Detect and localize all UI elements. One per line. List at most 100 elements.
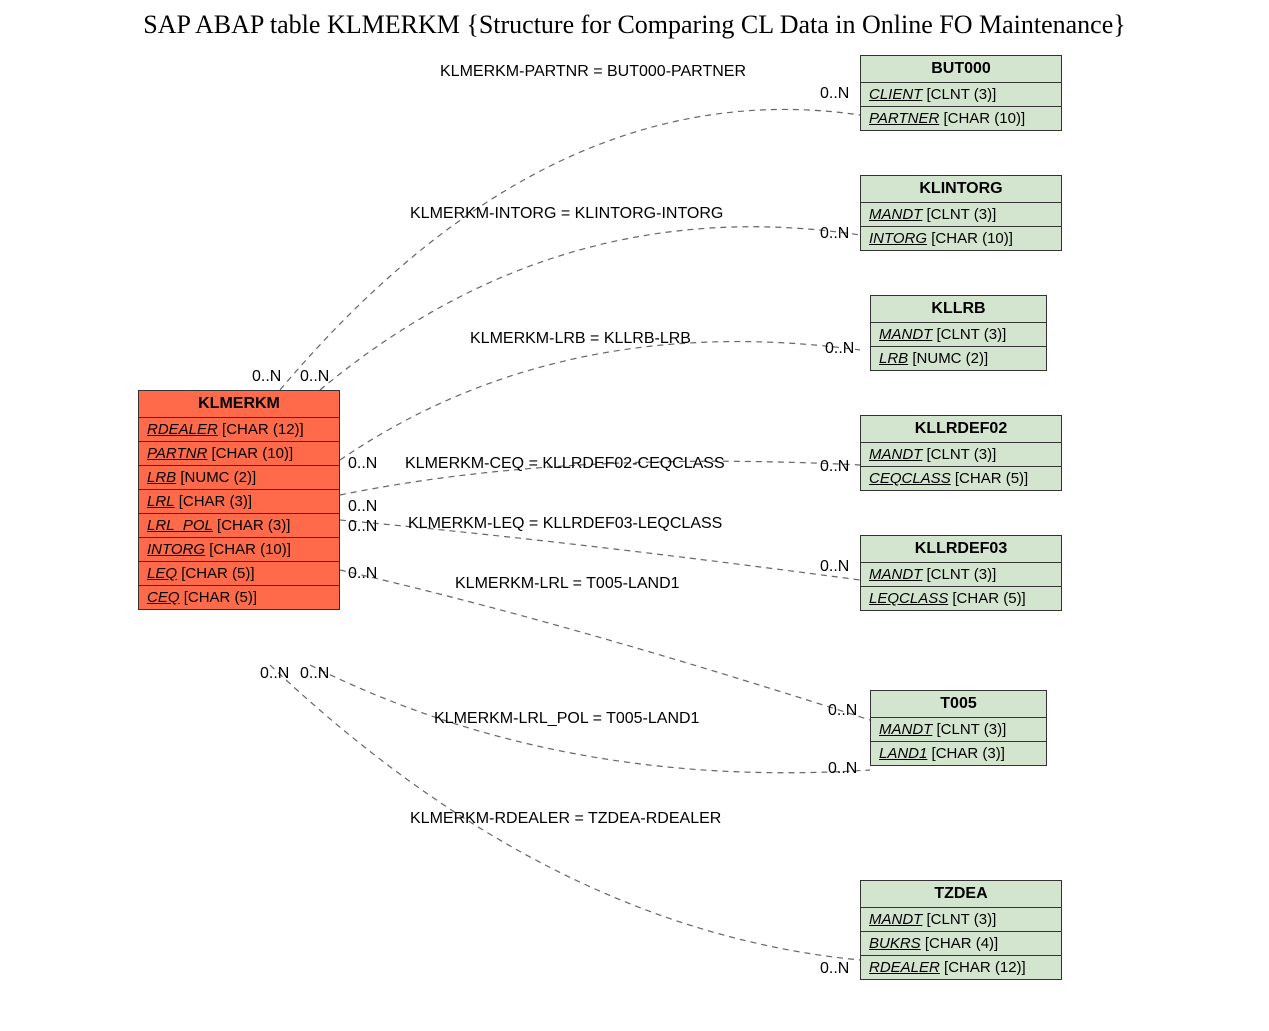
entity-tzdea: TZDEA MANDT [CLNT (3)] BUKRS [CHAR (4)] …	[860, 880, 1062, 980]
relation-label: KLMERKM-LRB = KLLRB-LRB	[470, 330, 691, 348]
field-row: MANDT [CLNT (3)]	[861, 908, 1061, 932]
cardinality-source: 0..N	[300, 665, 329, 683]
field-name: LRB	[147, 469, 176, 486]
cardinality-source: 0..N	[348, 498, 377, 516]
field-name: MANDT	[869, 566, 922, 583]
field-name: LRL	[147, 493, 175, 510]
cardinality-target: 0..N	[820, 558, 849, 576]
cardinality-source: 0..N	[300, 368, 329, 386]
field-row: CEQCLASS [CHAR (5)]	[861, 467, 1061, 490]
cardinality-source: 0..N	[252, 368, 281, 386]
field-type: [NUMC (2)]	[912, 350, 988, 367]
field-name: INTORG	[147, 541, 205, 558]
entity-but000: BUT000 CLIENT [CLNT (3)] PARTNER [CHAR (…	[860, 55, 1062, 131]
field-row: MANDT [CLNT (3)]	[861, 563, 1061, 587]
entity-header: KLLRDEF03	[861, 536, 1061, 563]
field-row: LEQ [CHAR (5)]	[139, 562, 339, 586]
cardinality-source: 0..N	[348, 455, 377, 473]
entity-header: KLLRDEF02	[861, 416, 1061, 443]
field-name: MANDT	[869, 911, 922, 928]
relation-label: KLMERKM-PARTNR = BUT000-PARTNER	[440, 63, 746, 81]
entity-header: KLLRB	[871, 296, 1046, 323]
field-type: [CHAR (10)]	[209, 541, 291, 558]
field-name: LEQ	[147, 565, 177, 582]
field-row: BUKRS [CHAR (4)]	[861, 932, 1061, 956]
field-row: MANDT [CLNT (3)]	[871, 323, 1046, 347]
relation-label: KLMERKM-CEQ = KLLRDEF02-CEQCLASS	[405, 455, 725, 473]
field-type: [CLNT (3)]	[927, 446, 997, 463]
field-name: MANDT	[879, 326, 932, 343]
field-row: RDEALER [CHAR (12)]	[861, 956, 1061, 979]
field-row: LEQCLASS [CHAR (5)]	[861, 587, 1061, 610]
field-row: MANDT [CLNT (3)]	[871, 718, 1046, 742]
cardinality-source: 0..N	[260, 665, 289, 683]
entity-header: T005	[871, 691, 1046, 718]
field-name: PARTNER	[869, 110, 939, 127]
cardinality-target: 0..N	[825, 340, 854, 358]
field-name: INTORG	[869, 230, 927, 247]
field-name: CEQ	[147, 589, 180, 606]
cardinality-source: 0..N	[348, 518, 377, 536]
cardinality-target: 0..N	[820, 225, 849, 243]
field-type: [CLNT (3)]	[927, 911, 997, 928]
field-name: RDEALER	[869, 959, 940, 976]
field-name: LEQCLASS	[869, 590, 948, 607]
field-name: BUKRS	[869, 935, 921, 952]
entity-kllrdef03: KLLRDEF03 MANDT [CLNT (3)] LEQCLASS [CHA…	[860, 535, 1062, 611]
cardinality-target: 0..N	[828, 760, 857, 778]
cardinality-source: 0..N	[348, 565, 377, 583]
field-type: [CHAR (4)]	[925, 935, 998, 952]
field-type: [CHAR (3)]	[932, 745, 1005, 762]
field-name: CLIENT	[869, 86, 922, 103]
relation-label: KLMERKM-LRL = T005-LAND1	[455, 575, 680, 593]
field-type: [CHAR (10)]	[943, 110, 1025, 127]
field-type: [CHAR (10)]	[931, 230, 1013, 247]
field-row: CEQ [CHAR (5)]	[139, 586, 339, 609]
field-type: [CLNT (3)]	[927, 206, 997, 223]
field-row: CLIENT [CLNT (3)]	[861, 83, 1061, 107]
diagram-title: SAP ABAP table KLMERKM {Structure for Co…	[0, 10, 1269, 40]
field-type: [CLNT (3)]	[927, 566, 997, 583]
field-row: INTORG [CHAR (10)]	[139, 538, 339, 562]
cardinality-target: 0..N	[820, 85, 849, 103]
field-type: [CLNT (3)]	[927, 86, 997, 103]
field-name: MANDT	[879, 721, 932, 738]
field-type: [CLNT (3)]	[937, 326, 1007, 343]
field-row: LRB [NUMC (2)]	[871, 347, 1046, 370]
field-row: MANDT [CLNT (3)]	[861, 443, 1061, 467]
field-name: PARTNR	[147, 445, 207, 462]
cardinality-target: 0..N	[820, 960, 849, 978]
field-name: RDEALER	[147, 421, 218, 438]
field-name: LRL_POL	[147, 517, 213, 534]
field-name: CEQCLASS	[869, 470, 951, 487]
field-type: [CHAR (10)]	[211, 445, 293, 462]
field-type: [CHAR (12)]	[944, 959, 1026, 976]
field-type: [CLNT (3)]	[937, 721, 1007, 738]
entity-header: BUT000	[861, 56, 1061, 83]
entity-kllrdef02: KLLRDEF02 MANDT [CLNT (3)] CEQCLASS [CHA…	[860, 415, 1062, 491]
entity-klintorg: KLINTORG MANDT [CLNT (3)] INTORG [CHAR (…	[860, 175, 1062, 251]
field-row: LAND1 [CHAR (3)]	[871, 742, 1046, 765]
field-row: PARTNR [CHAR (10)]	[139, 442, 339, 466]
field-name: MANDT	[869, 206, 922, 223]
field-type: [CHAR (3)]	[217, 517, 290, 534]
field-row: LRL [CHAR (3)]	[139, 490, 339, 514]
relation-label: KLMERKM-INTORG = KLINTORG-INTORG	[410, 205, 723, 223]
field-type: [CHAR (5)]	[952, 590, 1025, 607]
entity-header: KLINTORG	[861, 176, 1061, 203]
entity-klmerkm-header: KLMERKM	[139, 391, 339, 418]
field-row: MANDT [CLNT (3)]	[861, 203, 1061, 227]
relation-label: KLMERKM-LRL_POL = T005-LAND1	[434, 710, 699, 728]
relation-label: KLMERKM-LEQ = KLLRDEF03-LEQCLASS	[408, 515, 722, 533]
field-type: [CHAR (5)]	[181, 565, 254, 582]
entity-klmerkm: KLMERKM RDEALER [CHAR (12)] PARTNR [CHAR…	[138, 390, 340, 610]
field-row: LRB [NUMC (2)]	[139, 466, 339, 490]
field-type: [NUMC (2)]	[180, 469, 256, 486]
field-name: LAND1	[879, 745, 927, 762]
entity-kllrb: KLLRB MANDT [CLNT (3)] LRB [NUMC (2)]	[870, 295, 1047, 371]
field-row: RDEALER [CHAR (12)]	[139, 418, 339, 442]
cardinality-target: 0..N	[820, 458, 849, 476]
field-row: LRL_POL [CHAR (3)]	[139, 514, 339, 538]
field-type: [CHAR (5)]	[184, 589, 257, 606]
field-name: MANDT	[869, 446, 922, 463]
